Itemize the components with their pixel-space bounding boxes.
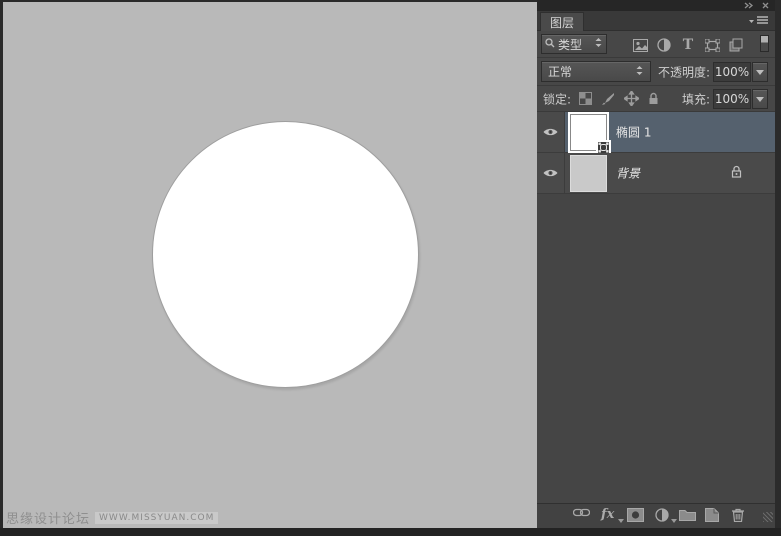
chevron-down-icon xyxy=(671,519,677,523)
blend-mode-value: 正常 xyxy=(548,63,635,80)
document-canvas[interactable]: 思缘设计论坛 WWW.MISSYUAN.COM xyxy=(0,0,537,536)
spinner-icon xyxy=(635,65,644,79)
panel-tab-bar: 图层 xyxy=(537,11,775,31)
canvas-left-edge xyxy=(0,0,3,536)
ellipse-shape[interactable] xyxy=(152,121,419,388)
filter-type-label: 类型 xyxy=(558,36,582,53)
lock-pixels-brush-icon[interactable] xyxy=(601,92,615,108)
chevron-down-icon xyxy=(756,97,764,102)
lock-label: 锁定: xyxy=(543,90,571,107)
layer-thumbnail[interactable] xyxy=(570,155,607,192)
visibility-toggle[interactable] xyxy=(537,112,565,152)
link-layers-icon[interactable] xyxy=(573,508,590,517)
resize-grip[interactable] xyxy=(763,512,773,522)
lock-icon xyxy=(731,165,742,181)
layers-list: 椭圆 1 背景 xyxy=(537,112,775,194)
tab-layers-label: 图层 xyxy=(550,14,574,31)
close-icon[interactable] xyxy=(762,2,769,9)
panel-title-bar xyxy=(537,0,775,11)
new-group-icon[interactable] xyxy=(679,508,696,521)
search-icon xyxy=(545,37,555,51)
lock-position-icon[interactable] xyxy=(624,91,639,109)
lock-row: 锁定: 填充: 100% xyxy=(537,86,775,112)
pixel-filter-icon[interactable] xyxy=(632,37,648,53)
layers-panel: 图层 类型 T xyxy=(537,0,781,536)
add-mask-icon[interactable] xyxy=(627,508,644,522)
layer-row-ellipse[interactable]: 椭圆 1 xyxy=(537,112,775,153)
chevron-down-icon xyxy=(618,519,624,523)
layer-row-background[interactable]: 背景 xyxy=(537,153,775,194)
blend-row: 正常 不透明度: 100% xyxy=(537,58,775,86)
fill-dropdown-button[interactable] xyxy=(752,89,768,109)
watermark-url: WWW.MISSYUAN.COM xyxy=(95,512,218,524)
opacity-value[interactable]: 100% xyxy=(713,62,751,82)
layers-empty-area xyxy=(537,194,775,503)
watermark: 思缘设计论坛 WWW.MISSYUAN.COM xyxy=(6,508,218,527)
text-filter-icon[interactable]: T xyxy=(680,37,696,53)
window-bottom-edge xyxy=(0,528,781,536)
panel-menu-icon[interactable] xyxy=(747,14,771,28)
background-thumbnail xyxy=(570,155,607,192)
filter-type-select[interactable]: 类型 xyxy=(541,34,607,54)
trash-icon[interactable] xyxy=(731,508,745,522)
lock-all-icon[interactable] xyxy=(648,92,659,108)
opacity-dropdown-button[interactable] xyxy=(752,62,768,82)
spinner-icon xyxy=(594,37,603,51)
smartobject-filter-icon[interactable] xyxy=(728,37,744,53)
canvas-top-edge xyxy=(0,0,537,2)
fill-value[interactable]: 100% xyxy=(713,89,751,109)
adjustment-layer-icon[interactable] xyxy=(655,508,669,522)
filter-toggle[interactable] xyxy=(760,35,769,52)
layer-name[interactable]: 椭圆 1 xyxy=(616,124,651,141)
chevron-down-icon xyxy=(756,70,764,75)
layer-name[interactable]: 背景 xyxy=(616,165,640,182)
fill-label: 填充: xyxy=(682,90,710,107)
blend-mode-select[interactable]: 正常 xyxy=(541,61,651,82)
tab-layers[interactable]: 图层 xyxy=(540,12,584,31)
filter-row: 类型 T xyxy=(537,31,775,58)
shape-filter-icon[interactable] xyxy=(704,37,720,53)
lock-transparency-icon[interactable] xyxy=(579,92,592,108)
eye-icon xyxy=(543,127,558,137)
watermark-site: 思缘设计论坛 xyxy=(6,508,90,527)
adjustment-filter-icon[interactable] xyxy=(656,37,672,53)
panel-toolbar: fx xyxy=(537,503,775,528)
visibility-toggle[interactable] xyxy=(537,153,565,193)
opacity-label: 不透明度: xyxy=(658,63,710,80)
collapse-panel-icon[interactable] xyxy=(744,2,754,9)
new-layer-icon[interactable] xyxy=(705,508,719,522)
layer-thumbnail[interactable] xyxy=(570,114,607,151)
layer-style-icon[interactable]: fx xyxy=(601,507,614,522)
eye-icon xyxy=(543,168,558,178)
